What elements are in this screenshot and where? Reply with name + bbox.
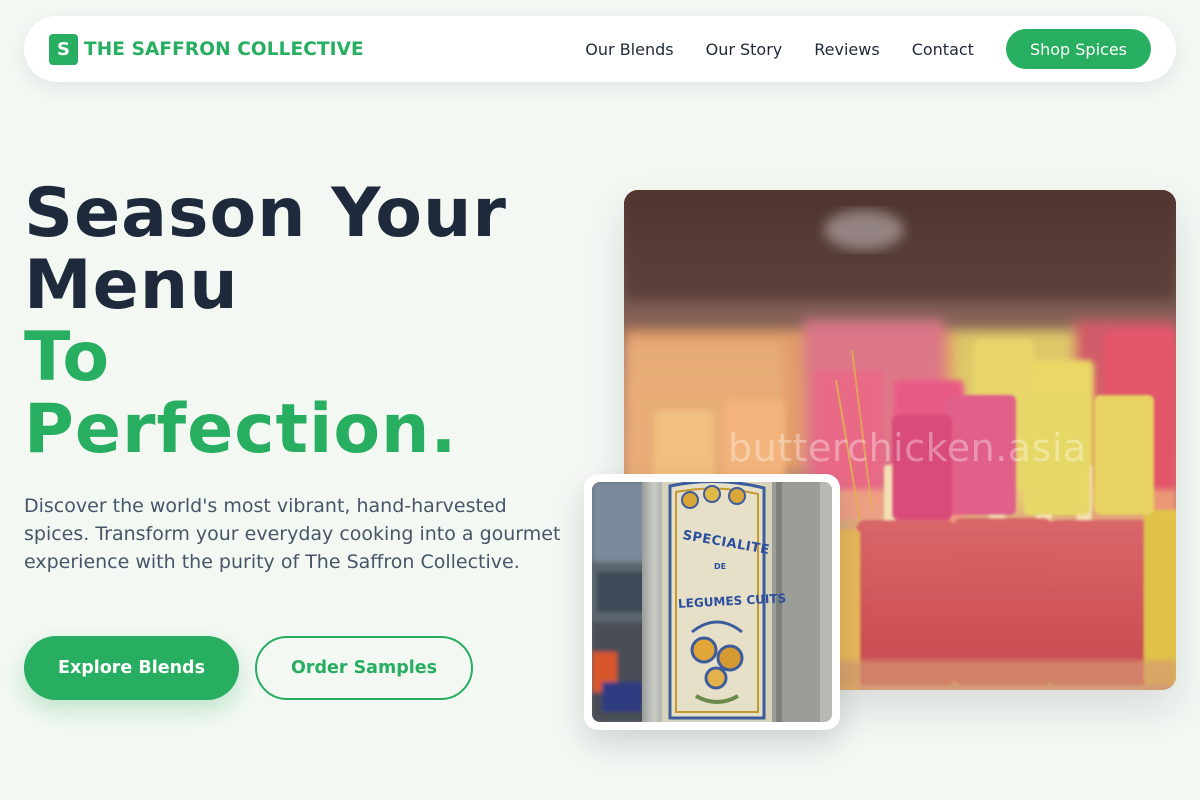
nav-link-contact[interactable]: Contact — [912, 40, 974, 59]
brand-name: THE SAFFRON COLLECTIVE — [84, 38, 364, 60]
image-watermark: butterchicken.asia — [728, 426, 1087, 470]
order-samples-button[interactable]: Order Samples — [255, 636, 473, 700]
shop-spices-button[interactable]: Shop Spices — [1005, 29, 1151, 69]
nav-link-our-story[interactable]: Our Story — [706, 40, 783, 59]
top-navbar: S THE SAFFRON COLLECTIVE Our Blends Our … — [24, 16, 1176, 82]
nav-link-reviews[interactable]: Reviews — [814, 40, 879, 59]
hero-title-line: Season Your — [24, 174, 507, 253]
hero-title-line: Menu — [24, 246, 239, 325]
brand-logo[interactable]: S THE SAFFRON COLLECTIVE — [49, 33, 364, 65]
hero-title-accent-line: To — [24, 318, 111, 397]
hero-title-accent-line: Perfection. — [24, 390, 458, 469]
hero-inset-photo: SPECIALITE DE LEGUMES CUITS — [584, 474, 840, 730]
inset-photo-frame: SPECIALITE DE LEGUMES CUITS — [592, 482, 832, 722]
nav-links: Our Blends Our Story Reviews Contact Sho… — [585, 29, 1151, 69]
sign-text-de: DE — [714, 562, 727, 571]
explore-blends-button[interactable]: Explore Blends — [24, 636, 239, 700]
hero-title: Season Your Menu To Perfection. — [24, 178, 584, 466]
brand-mark-icon: S — [49, 33, 78, 65]
hero-description: Discover the world's most vibrant, hand-… — [24, 495, 561, 573]
nav-link-our-blends[interactable]: Our Blends — [585, 40, 673, 59]
